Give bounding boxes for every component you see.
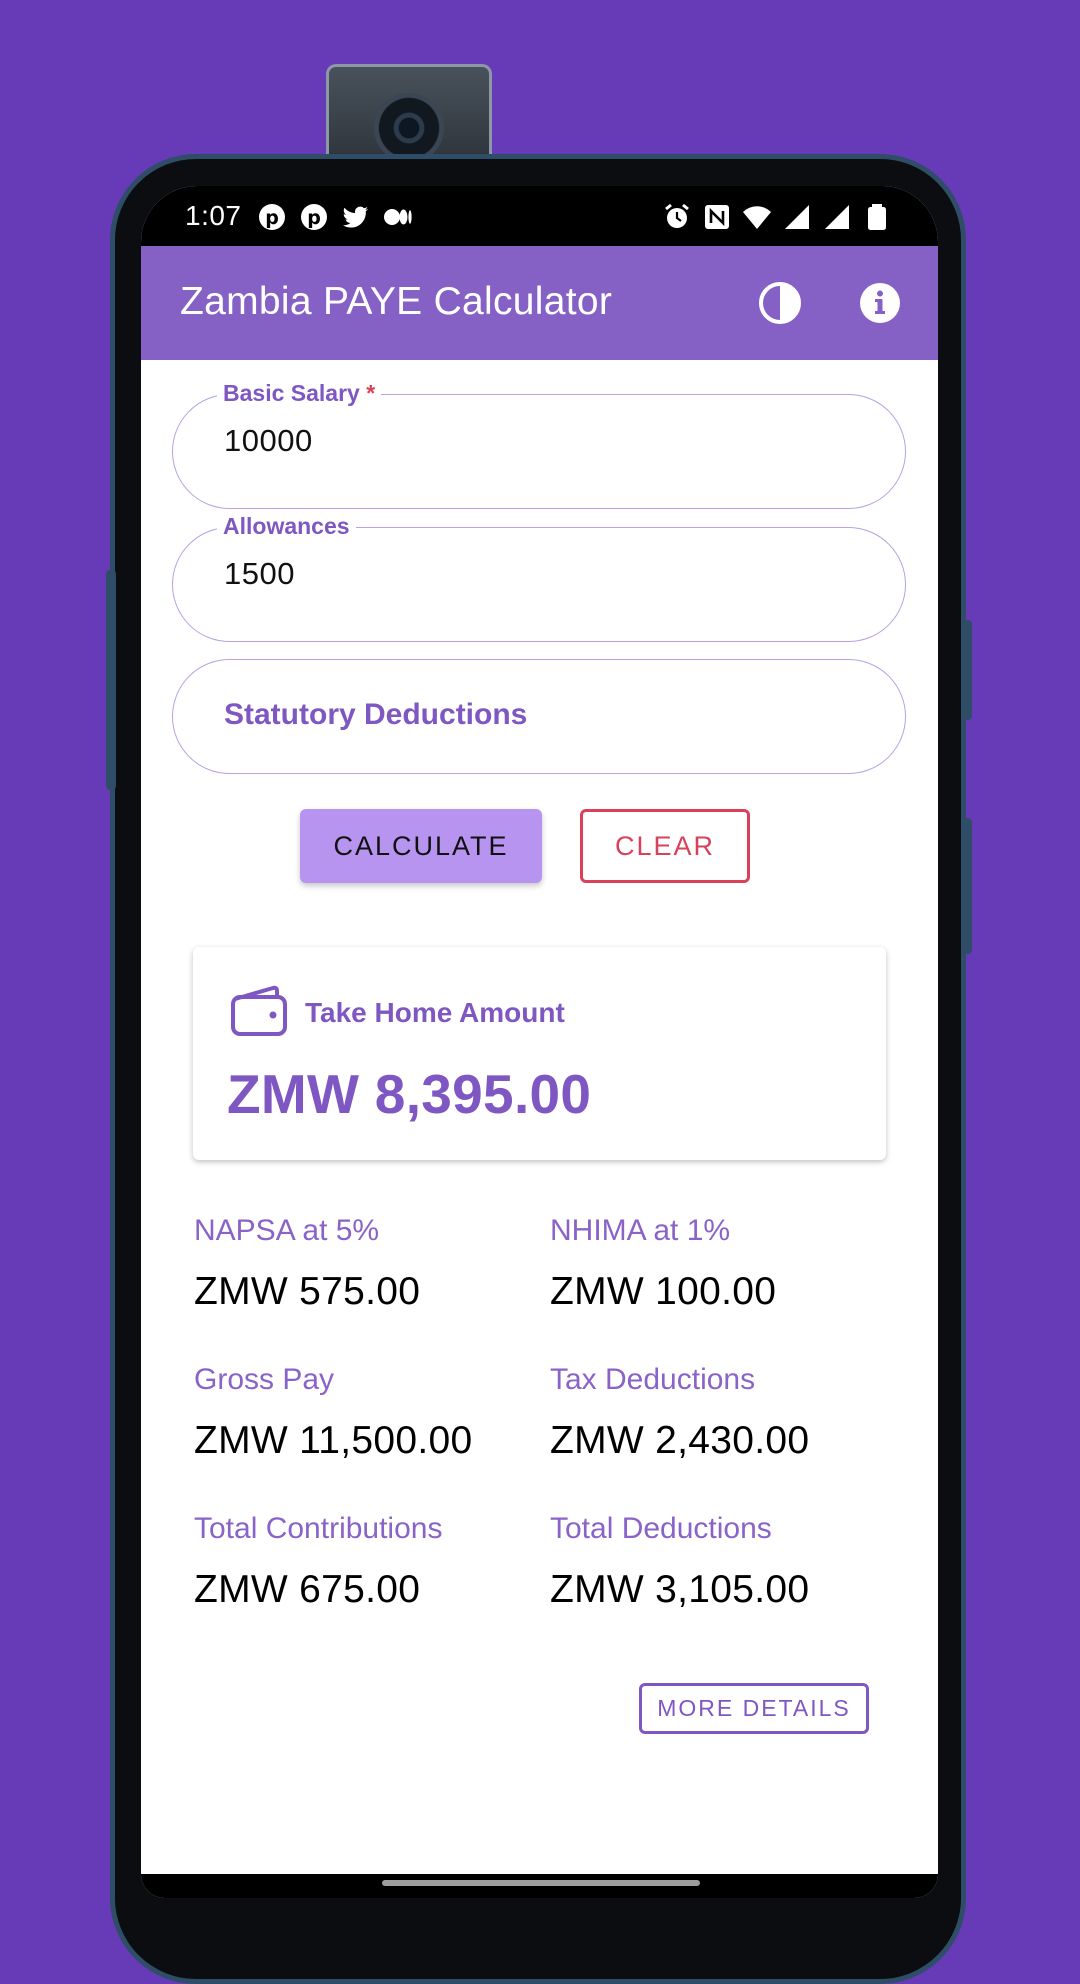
app-bar: Zambia PAYE Calculator: [141, 246, 938, 360]
svg-text:p: p: [307, 207, 321, 229]
take-home-card: Take Home Amount ZMW 8,395.00: [193, 947, 886, 1160]
statutory-deductions-select[interactable]: Statutory Deductions: [172, 659, 906, 774]
side-button-right-bottom: [962, 818, 972, 954]
allowances-label: Allowances: [217, 513, 356, 540]
stat-tax-deductions: Tax Deductions ZMW 2,430.00: [550, 1363, 880, 1463]
basic-salary-field[interactable]: Basic Salary * 10000: [172, 380, 906, 509]
stat-total-contributions: Total Contributions ZMW 675.00: [194, 1512, 524, 1612]
status-bar: 1:07 p p: [141, 186, 938, 246]
wifi-icon: [743, 206, 771, 229]
stat-label: Total Deductions: [550, 1512, 772, 1545]
basic-salary-input[interactable]: 10000: [224, 423, 313, 459]
status-time: 1:07: [185, 200, 242, 231]
pinterest-icon: p: [259, 204, 285, 230]
statutory-deductions-label: Statutory Deductions: [224, 698, 528, 731]
stat-label: NHIMA at 1%: [550, 1214, 731, 1247]
gesture-nav-area: [141, 1874, 938, 1898]
stat-total-deductions: Total Deductions ZMW 3,105.00: [550, 1512, 880, 1612]
take-home-amount: ZMW 8,395.00: [227, 1063, 592, 1125]
stat-label: Total Contributions: [194, 1512, 443, 1545]
app-title: Zambia PAYE Calculator: [180, 280, 613, 323]
clear-button[interactable]: CLEAR: [580, 809, 750, 883]
stat-value: ZMW 675.00: [194, 1568, 421, 1611]
stat-gross-pay: Gross Pay ZMW 11,500.00: [194, 1363, 524, 1463]
stat-value: ZMW 575.00: [194, 1270, 421, 1313]
info-icon[interactable]: [857, 280, 903, 326]
basic-salary-label: Basic Salary *: [217, 380, 382, 407]
side-button-right-top: [962, 620, 972, 720]
screen: 1:07 p p Zambia PAYE Calculator Basic Sa…: [141, 186, 938, 1898]
wallet-icon: [231, 985, 287, 1036]
twitter-icon: [343, 206, 368, 228]
stat-label: Tax Deductions: [550, 1363, 756, 1396]
svg-text:p: p: [265, 207, 279, 229]
battery-icon: [868, 204, 886, 230]
camera-lens: [374, 93, 444, 163]
medium-icon: [384, 209, 412, 225]
gesture-handle[interactable]: [382, 1880, 700, 1886]
nfc-icon: [705, 205, 729, 229]
stat-value: ZMW 2,430.00: [550, 1419, 810, 1462]
signal-icon: [825, 205, 849, 229]
allowances-input[interactable]: 1500: [224, 556, 295, 592]
pinterest-icon: p: [301, 204, 327, 230]
allowances-field[interactable]: Allowances 1500: [172, 513, 906, 642]
stat-value: ZMW 11,500.00: [194, 1419, 473, 1462]
system-icons: [662, 202, 892, 232]
stat-napsa: NAPSA at 5% ZMW 575.00: [194, 1214, 524, 1314]
stat-value: ZMW 100.00: [550, 1270, 777, 1313]
take-home-label: Take Home Amount: [305, 997, 565, 1028]
stat-label: NAPSA at 5%: [194, 1214, 380, 1247]
alarm-icon: [665, 203, 689, 228]
signal-icon: [785, 205, 809, 229]
required-mark: *: [366, 380, 376, 406]
notification-icons: p p: [257, 202, 413, 232]
stat-nhima: NHIMA at 1% ZMW 100.00: [550, 1214, 880, 1314]
more-details-button[interactable]: MORE DETAILS: [639, 1683, 869, 1734]
stat-value: ZMW 3,105.00: [550, 1568, 810, 1611]
theme-toggle-icon[interactable]: [757, 280, 803, 326]
side-button-left: [106, 570, 116, 790]
stat-label: Gross Pay: [194, 1363, 335, 1396]
calculate-button[interactable]: CALCULATE: [300, 809, 542, 883]
